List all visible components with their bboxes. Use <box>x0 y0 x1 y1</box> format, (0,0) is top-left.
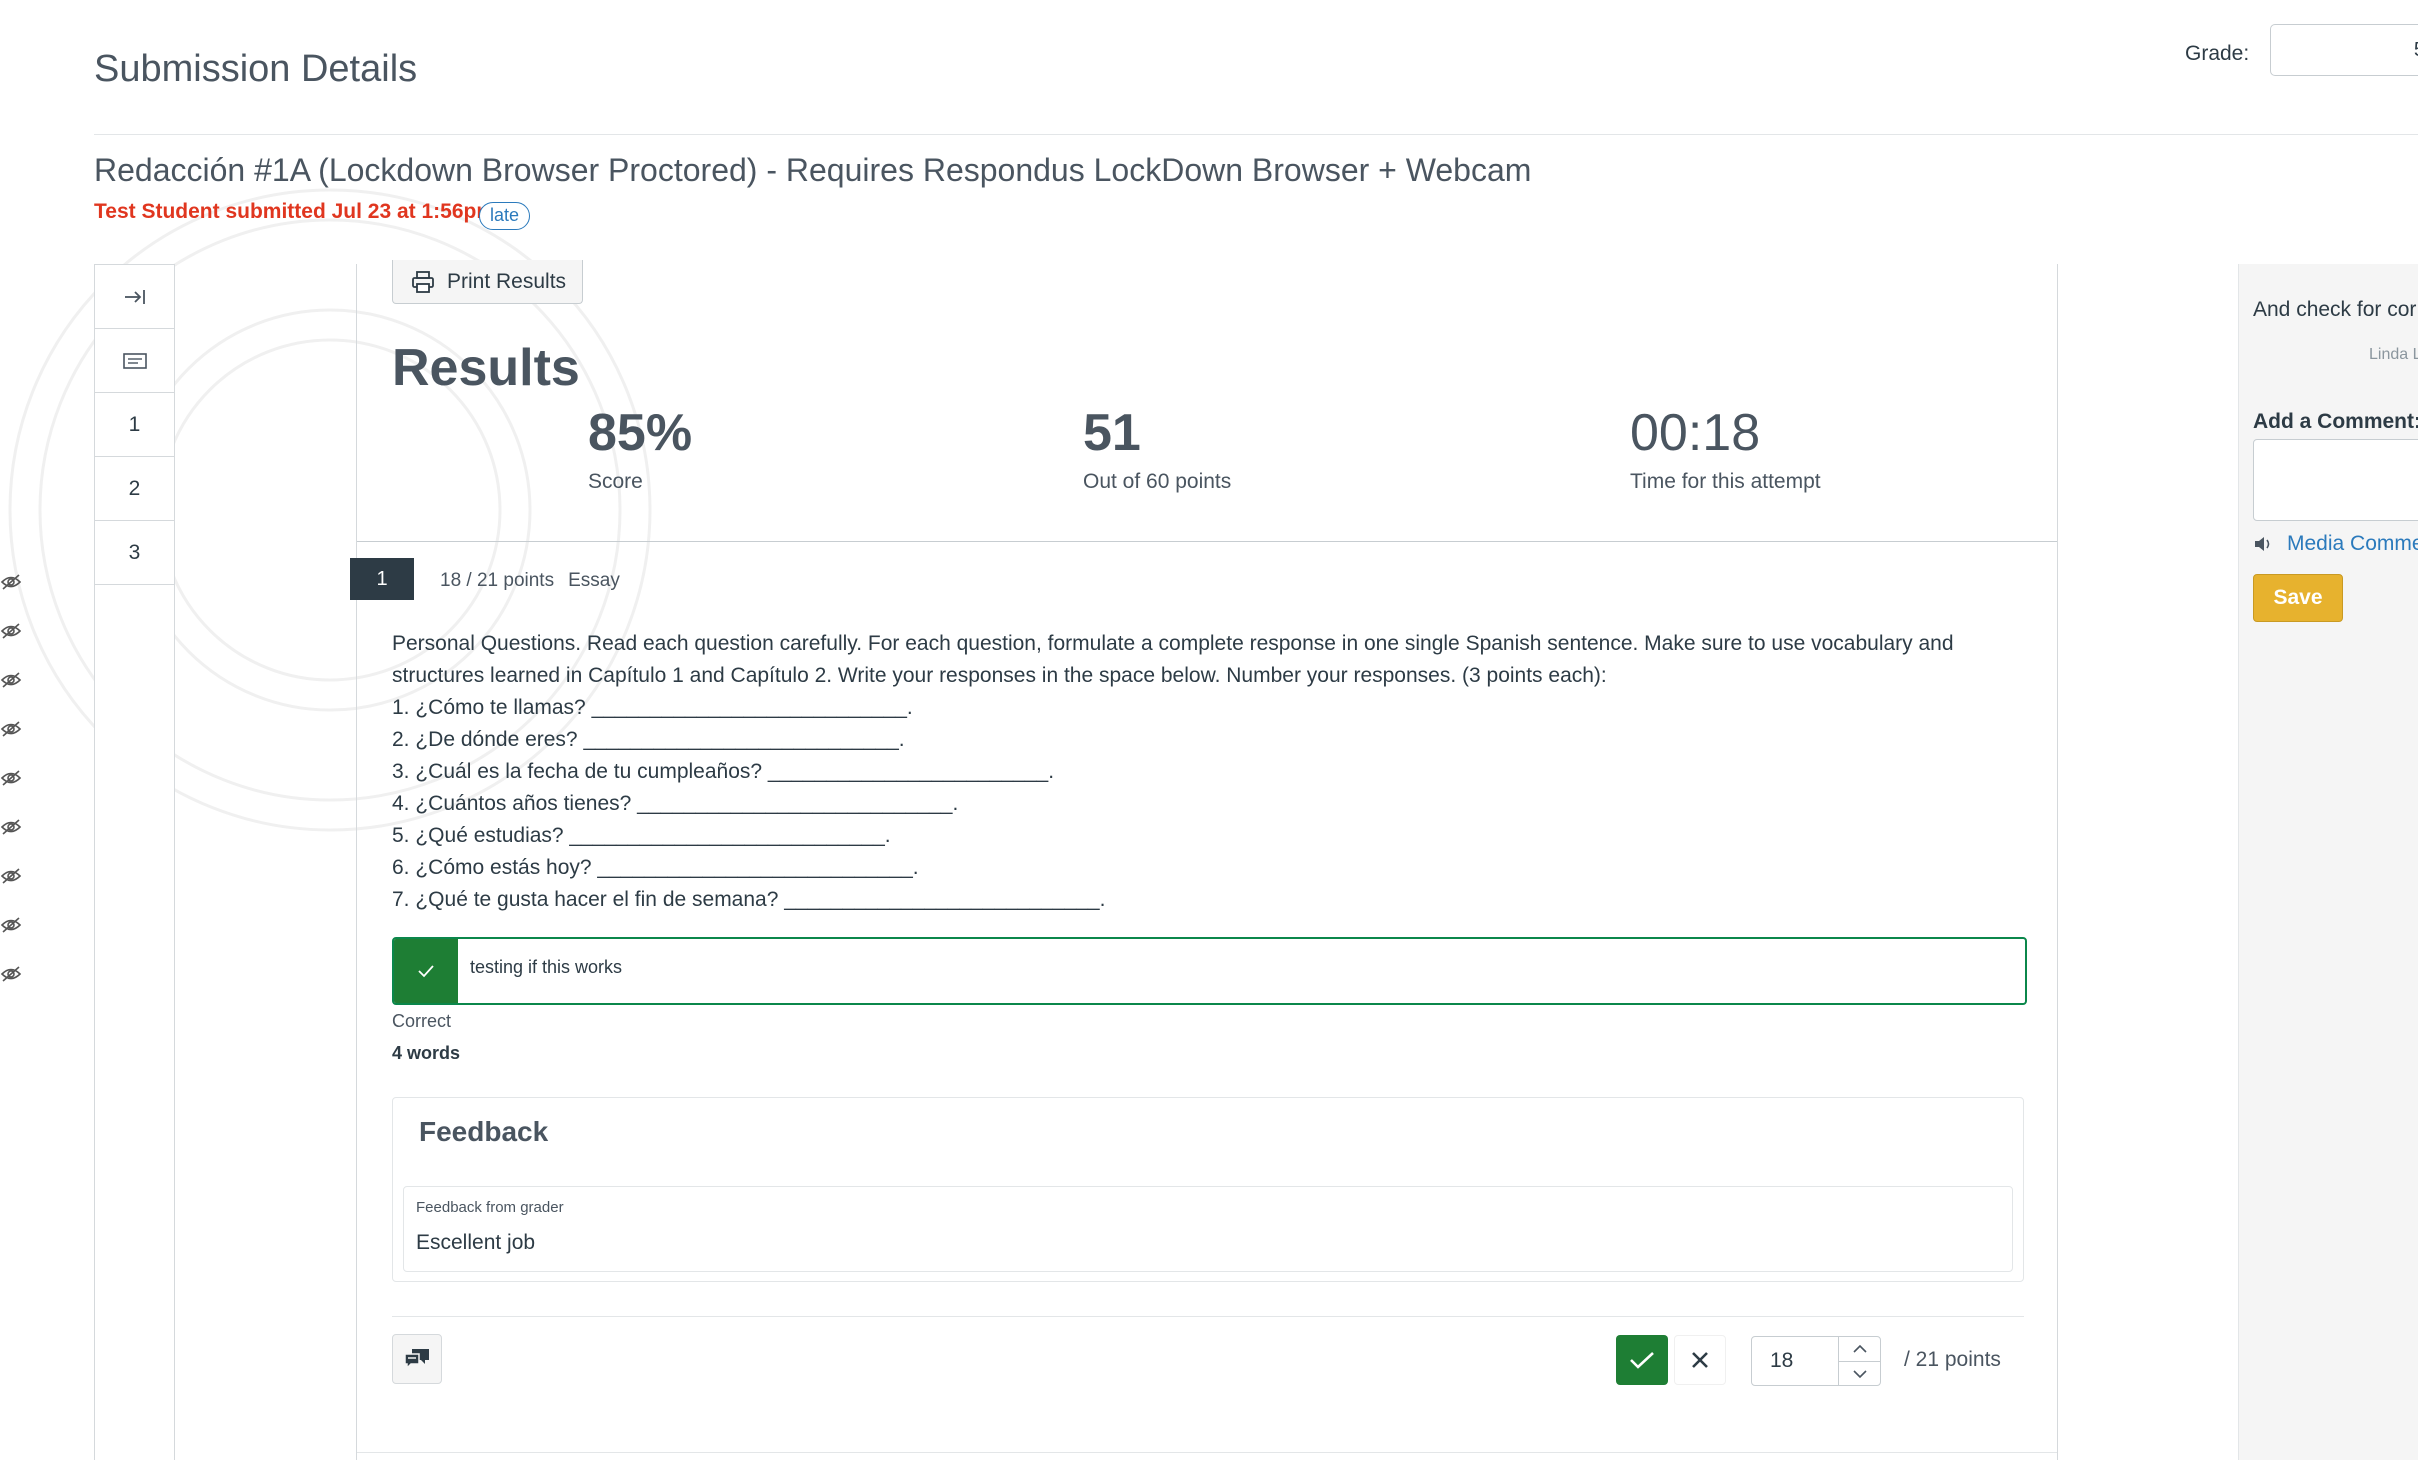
nav-question-3[interactable]: 3 <box>95 521 174 585</box>
results-summary-button[interactable] <box>95 329 174 393</box>
collapse-nav-button[interactable] <box>95 265 174 329</box>
prompt-item: 6. ¿Cómo estás hoy? ____________________… <box>392 856 919 879</box>
grade-label: Grade: <box>2185 42 2250 65</box>
prompt-item: 2. ¿De dónde eres? _____________________… <box>392 728 905 751</box>
results-divider <box>357 541 2057 542</box>
decrement-button[interactable] <box>1839 1361 1880 1385</box>
check-icon <box>418 965 434 978</box>
eye-slash-icon[interactable] <box>0 817 22 837</box>
prompt-item: 4. ¿Cuántos años tienes? _______________… <box>392 792 959 815</box>
student-answer: testing if this works <box>392 937 2027 1005</box>
add-comment-button[interactable] <box>392 1334 442 1384</box>
comments-icon <box>404 1349 429 1370</box>
prompt-text: structures learned in Capítulo 1 and Cap… <box>392 664 1607 687</box>
question-number: 1 <box>350 558 414 600</box>
time-value: 00:18 <box>1630 404 1761 462</box>
time-stat: 00:18 Time for this attempt <box>1630 404 1821 494</box>
question-score-input[interactable] <box>1752 1337 1838 1385</box>
feedback-card: Feedback Feedback from grader Escellent … <box>392 1097 2024 1282</box>
prompt-item: 7. ¿Qué te gusta hacer el fin de semana?… <box>392 888 1106 911</box>
chevron-down-icon <box>1852 1369 1867 1378</box>
print-results-button[interactable]: Print Results <box>392 260 584 304</box>
question-meta: 18 / 21 points Essay <box>440 570 620 592</box>
column-divider <box>2057 264 2058 1460</box>
feedback-text: Escellent job <box>416 1231 536 1254</box>
header-divider <box>94 134 2418 135</box>
submission-status: Test Student submitted Jul 23 at 1:56pm <box>94 200 496 223</box>
eye-slash-icon[interactable] <box>0 719 22 739</box>
speaker-icon <box>2255 537 2270 551</box>
prompt-text: Personal Questions. Read each question c… <box>392 632 1954 655</box>
results-heading: Results <box>392 339 580 397</box>
question-type: Essay <box>568 570 620 591</box>
eye-slash-icon[interactable] <box>0 915 22 935</box>
score-value: 85% <box>588 404 693 462</box>
word-count: 4 words <box>392 1043 461 1063</box>
question-bottom-divider <box>357 1452 2057 1453</box>
late-badge: late <box>479 202 531 230</box>
prompt-item: 3. ¿Cuál es la fecha de tu cumpleaños? _… <box>392 760 1055 783</box>
score-stat: 85% Score <box>588 404 693 494</box>
comment-text: And check for cor <box>2253 298 2417 321</box>
question-points: 18 / 21 points <box>440 570 555 591</box>
grade-input[interactable] <box>2270 24 2418 76</box>
nav-question-2[interactable]: 2 <box>95 457 174 521</box>
time-label: Time for this attempt <box>1630 470 1821 494</box>
eye-slash-icon[interactable] <box>0 964 22 984</box>
eye-slash-icon[interactable] <box>0 866 22 886</box>
nav-question-1[interactable]: 1 <box>95 393 174 457</box>
question-score-stepper <box>1751 1336 1881 1386</box>
answer-text: testing if this works <box>470 957 623 977</box>
mark-correct-button[interactable] <box>1616 1335 1668 1385</box>
page-title: Submission Details <box>94 48 418 90</box>
feedback-heading: Feedback <box>419 1116 549 1147</box>
print-results-label: Print Results <box>447 269 567 293</box>
media-comment-link[interactable]: Media Comme <box>2253 532 2418 556</box>
printer-icon <box>412 270 434 293</box>
eye-slash-icon[interactable] <box>0 621 22 641</box>
comment-textarea[interactable] <box>2253 439 2418 521</box>
comment-author: Linda L <box>2369 346 2418 363</box>
question-prompt: Personal Questions. Read each question c… <box>392 628 2032 916</box>
score-label: Score <box>588 470 643 494</box>
comments-panel: And check for cor Linda L Add a Comment:… <box>2238 264 2418 1460</box>
media-comment-label: Media Comme <box>2287 532 2418 555</box>
close-icon <box>1692 1352 1708 1368</box>
grader-feedback[interactable]: Feedback from grader Escellent job <box>403 1186 2013 1272</box>
summary-card-icon <box>122 352 147 369</box>
points-stat: 51 Out of 60 points <box>1083 404 1232 494</box>
points-label: Out of 60 points <box>1083 470 1232 494</box>
chevron-up-icon <box>1852 1344 1867 1353</box>
answer-status: Correct <box>392 1011 452 1031</box>
increment-button[interactable] <box>1839 1337 1880 1361</box>
eye-slash-icon[interactable] <box>0 768 22 788</box>
question-footer-divider <box>392 1316 2024 1317</box>
feedback-from-label: Feedback from grader <box>416 1199 564 1216</box>
prompt-item: 1. ¿Cómo te llamas? ____________________… <box>392 696 913 719</box>
eye-slash-icon[interactable] <box>0 670 22 690</box>
correct-indicator <box>394 939 458 1003</box>
eye-slash-icon[interactable] <box>0 572 22 592</box>
mark-incorrect-button[interactable] <box>1674 1335 1726 1385</box>
check-icon <box>1630 1352 1654 1369</box>
assignment-title: Redacción #1A (Lockdown Browser Proctore… <box>94 152 1532 188</box>
arrow-to-right-icon <box>124 289 145 304</box>
question-nav: 1 2 3 <box>94 264 175 1460</box>
points-total: / 21 points <box>1904 1348 2001 1371</box>
add-comment-label: Add a Comment: <box>2253 410 2418 433</box>
column-divider <box>356 264 357 1460</box>
save-button[interactable]: Save <box>2253 574 2343 622</box>
score-spinner <box>1838 1337 1880 1385</box>
points-value: 51 <box>1083 404 1141 462</box>
prompt-item: 5. ¿Qué estudias? ______________________… <box>392 824 891 847</box>
